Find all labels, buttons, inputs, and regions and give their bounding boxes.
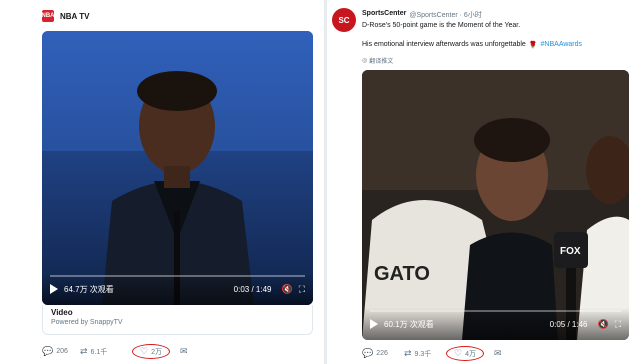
- envelope-icon: ✉: [493, 348, 502, 358]
- video-player[interactable]: 64.7万 次观看 0:03 / 1:49 🔇 ⛶: [42, 31, 313, 305]
- account-name[interactable]: NBA TV: [60, 12, 89, 21]
- card-title: Video: [51, 308, 73, 317]
- like-count: 2万: [151, 348, 162, 356]
- video-frame: GATO FOX: [362, 70, 629, 340]
- towel-print: GATO: [374, 263, 430, 285]
- like-button[interactable]: ♡ 2万: [132, 344, 170, 359]
- play-icon[interactable]: [370, 319, 378, 329]
- tweet-text-line2: His emotional interview afterwards was u…: [362, 41, 582, 49]
- fox-mic-flag: FOX: [560, 246, 581, 257]
- nba-tv-header[interactable]: NBA NBA TV: [42, 10, 89, 22]
- video-frame: [42, 31, 313, 305]
- account-handle[interactable]: @SportsCenter · 6小时: [409, 10, 481, 20]
- video-controls: 60.1万 次观看 0:05 / 1:46 🔇 ⛶: [362, 308, 629, 340]
- translate-link[interactable]: ◎ 翻译推文: [362, 56, 393, 65]
- retweet-icon: ⇄: [80, 346, 88, 356]
- view-count: 60.1万 次观看: [384, 319, 434, 329]
- globe-icon: ◎: [362, 58, 368, 64]
- avatar[interactable]: NBA: [42, 10, 55, 22]
- play-icon[interactable]: [50, 284, 58, 294]
- reply-count: 206: [56, 348, 68, 355]
- retweet-button[interactable]: ⇄ 6.1千: [80, 346, 132, 357]
- retweet-button[interactable]: ⇄ 9.3千: [404, 348, 446, 359]
- rose-icon: 🌹: [528, 42, 538, 49]
- volume-muted-icon[interactable]: 🔇: [281, 284, 292, 295]
- progress-bar[interactable]: [50, 275, 305, 277]
- reply-count: 226: [376, 350, 388, 357]
- reply-icon: 💬: [362, 348, 374, 358]
- retweet-icon: ⇄: [404, 348, 412, 358]
- video-time: 0:03 / 1:49: [233, 284, 272, 294]
- tweet-actions: 💬 206 ⇄ 6.1千 ♡ 2万 ✉: [42, 344, 188, 359]
- progress-bar[interactable]: [370, 310, 621, 312]
- heart-icon: ♡: [140, 346, 149, 356]
- video-time: 0:05 / 1:46: [549, 319, 588, 329]
- retweet-count: 9.3千: [414, 350, 432, 358]
- video-player[interactable]: GATO FOX 60.1万 次观看 0:05 / 1:46 🔇 ⛶: [362, 70, 629, 340]
- reply-icon: 💬: [42, 346, 54, 356]
- tweet-header: SportsCenter @SportsCenter · 6小时: [362, 10, 482, 20]
- tweet-sentence: His emotional interview afterwards was u…: [362, 41, 526, 48]
- heart-icon: ♡: [454, 348, 463, 358]
- tweet-text-line1: D-Rose's 50-point game is the Moment of …: [362, 22, 521, 29]
- message-button[interactable]: ✉: [494, 348, 502, 359]
- retweet-count: 6.1千: [90, 348, 108, 356]
- view-count: 64.7万 次观看: [64, 284, 114, 294]
- card-subtitle: Powered by SnappyTV: [51, 319, 123, 326]
- account-name[interactable]: SportsCenter: [362, 10, 406, 20]
- video-card-info[interactable]: Video Powered by SnappyTV: [42, 305, 313, 335]
- like-button[interactable]: ♡ 4万: [446, 346, 484, 361]
- envelope-icon: ✉: [179, 346, 188, 356]
- reply-button[interactable]: 💬 226: [362, 348, 404, 359]
- video-controls: 64.7万 次观看 0:03 / 1:49 🔇 ⛶: [42, 273, 313, 305]
- like-count: 4万: [465, 350, 476, 358]
- reply-button[interactable]: 💬 206: [42, 346, 80, 357]
- volume-muted-icon[interactable]: 🔇: [597, 319, 608, 330]
- hashtag-link[interactable]: #NBAAwards: [541, 41, 583, 49]
- translate-label: 翻译推文: [369, 59, 394, 65]
- fullscreen-icon[interactable]: ⛶: [615, 319, 621, 330]
- avatar[interactable]: SC: [332, 8, 356, 32]
- tweet-actions: 💬 226 ⇄ 9.3千 ♡ 4万 ✉: [362, 346, 502, 361]
- fullscreen-icon[interactable]: ⛶: [299, 284, 305, 295]
- message-button[interactable]: ✉: [180, 346, 188, 357]
